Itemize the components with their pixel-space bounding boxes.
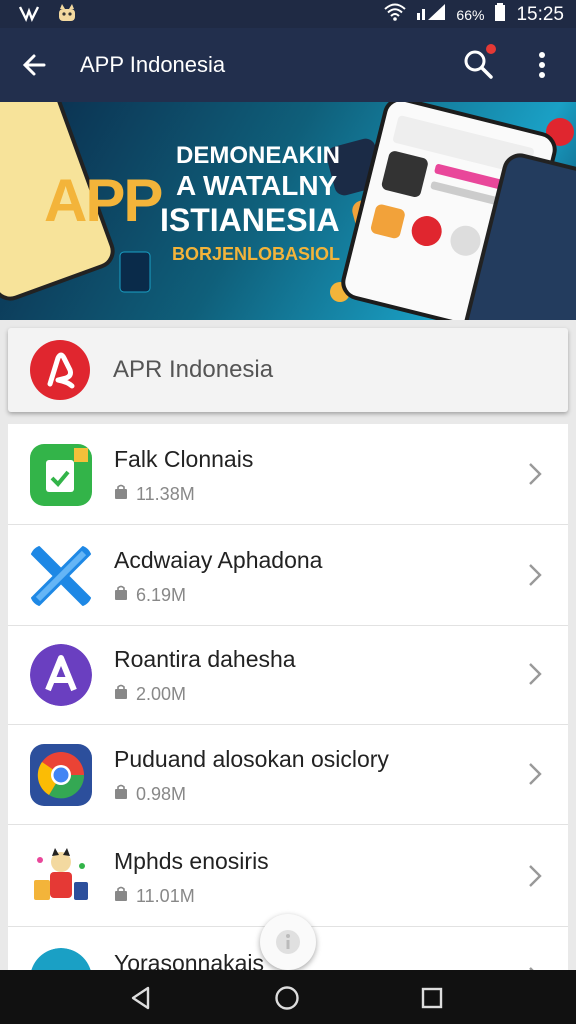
app-size: 6.19M bbox=[136, 585, 187, 605]
list-item[interactable]: Mphds enosiris 11.01M bbox=[8, 826, 568, 927]
browser-icon bbox=[30, 744, 92, 806]
app-icon-shopping-character bbox=[30, 846, 92, 908]
app-meta: 2.00M bbox=[114, 684, 186, 705]
bag-icon bbox=[114, 484, 128, 505]
app-icon-blue-x bbox=[30, 545, 92, 607]
list-item[interactable]: Acdwaiay Aphadona 6.19M bbox=[8, 525, 568, 626]
more-options-icon[interactable] bbox=[530, 48, 554, 82]
app-name: Yorasonnakais bbox=[114, 950, 265, 970]
app-meta: 6.19M bbox=[114, 585, 186, 606]
app-size: 11.38M bbox=[136, 484, 195, 504]
list-item[interactable]: Puduand alosokan osiclory 0.98M bbox=[8, 724, 568, 825]
featured-app-title: APR Indonesia bbox=[113, 356, 274, 383]
app-name: Acdwaiay Aphadona bbox=[114, 547, 323, 573]
bag-icon bbox=[114, 684, 128, 705]
status-bar: 66% 15:25 bbox=[0, 0, 576, 28]
system-navigation-bar bbox=[0, 970, 576, 1024]
chevron-right-icon bbox=[526, 862, 544, 890]
app-size: 0.98M bbox=[136, 784, 187, 804]
bag-icon bbox=[114, 784, 128, 805]
app-size: 2.00M bbox=[136, 684, 187, 704]
app-meta: 11.01M bbox=[114, 886, 195, 907]
app-meta: 11.38M bbox=[114, 484, 195, 505]
app-icon-colorful bbox=[30, 948, 92, 970]
bag-icon bbox=[114, 585, 128, 606]
back-nav-icon[interactable] bbox=[128, 985, 154, 1016]
banner-line-3: ISTIANESIA bbox=[160, 202, 340, 238]
banner-subtitle: BORJENLOBASIOL bbox=[172, 244, 341, 264]
battery-label: 66% bbox=[456, 6, 485, 23]
app-list: Falk Clonnais 11.38M Acdwaiay Aphadona 6… bbox=[8, 424, 568, 970]
chevron-right-icon bbox=[526, 561, 544, 589]
clock: 15:25 bbox=[516, 3, 564, 25]
list-item[interactable]: Roantira dahesha 2.00M bbox=[8, 624, 568, 725]
notification-dot bbox=[486, 44, 496, 54]
banner-line-1: DEMONEAKIN bbox=[176, 142, 341, 169]
battery-icon bbox=[494, 3, 506, 26]
signal-icon bbox=[416, 3, 446, 26]
app-notification-icon bbox=[56, 3, 78, 28]
app-name: Puduand alosokan osiclory bbox=[114, 746, 389, 772]
banner-line-2: A WATALNY bbox=[176, 170, 338, 201]
app-size: 11.01M bbox=[136, 886, 195, 906]
notification-icon bbox=[18, 3, 40, 28]
promo-banner[interactable]: APP DEMONEAKIN A WATALNY ISTIANESIA BORJ… bbox=[0, 102, 576, 320]
app-meta: 0.98M bbox=[114, 784, 186, 805]
banner-app-word: APP bbox=[44, 167, 163, 234]
chevron-right-icon bbox=[526, 760, 544, 788]
list-item[interactable]: Falk Clonnais 11.38M bbox=[8, 424, 568, 525]
app-icon-purple-a bbox=[30, 644, 92, 706]
featured-app-logo-icon bbox=[30, 340, 90, 400]
app-name: Mphds enosiris bbox=[114, 848, 269, 874]
bag-icon bbox=[114, 886, 128, 907]
wifi-icon bbox=[384, 3, 407, 26]
home-nav-icon[interactable] bbox=[274, 985, 300, 1016]
page-title: APP Indonesia bbox=[80, 52, 226, 77]
back-arrow-icon[interactable] bbox=[18, 48, 52, 82]
chevron-right-icon bbox=[526, 660, 544, 688]
chevron-right-icon bbox=[526, 460, 544, 488]
app-icon-green bbox=[30, 444, 92, 506]
featured-app-card[interactable]: APR Indonesia bbox=[8, 328, 568, 412]
floating-action-button[interactable] bbox=[260, 914, 316, 970]
app-name: Roantira dahesha bbox=[114, 646, 296, 672]
recents-nav-icon[interactable] bbox=[420, 986, 444, 1015]
app-name: Falk Clonnais bbox=[114, 446, 254, 472]
app-bar: APP Indonesia bbox=[0, 28, 576, 102]
